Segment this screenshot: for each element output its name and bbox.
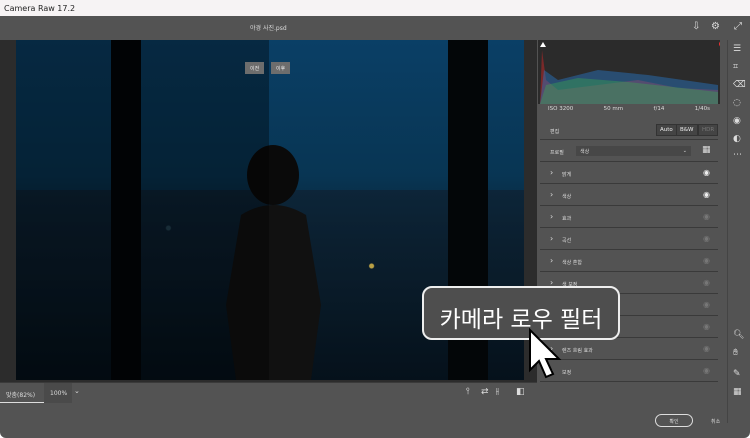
fullscreen-icon[interactable]: ⤢ (734, 21, 742, 32)
ok-button[interactable]: 확인 (655, 414, 693, 427)
chevron-right-icon: › (550, 190, 554, 199)
eye-icon[interactable]: ◉ (703, 344, 710, 353)
eye-icon[interactable]: ◉ (703, 168, 710, 177)
histogram (538, 40, 720, 104)
eye-icon[interactable]: ◉ (703, 256, 710, 265)
copy-settings-icon[interactable]: ⫲ (496, 387, 499, 397)
shadow-clip-icon (540, 42, 546, 47)
cancel-button[interactable]: 취소 (711, 418, 720, 425)
eye-icon[interactable]: ◉ (703, 322, 710, 331)
eye-icon[interactable]: ◉ (703, 366, 710, 375)
panel-section[interactable]: › 렌즈 흐림 효과 ◉ (540, 339, 718, 360)
tool-strip: ☰ ⌗ ⌫ ◌ ◉ ◐ ⋯ 🔍︎ ✋︎ ✎ ▦ (727, 40, 750, 423)
edit-sliders-icon[interactable]: ☰ (733, 44, 741, 54)
before-overlay (16, 40, 269, 380)
profile-browser-icon[interactable]: ▦ (702, 145, 711, 155)
before-after-icon[interactable]: ⫯ (466, 387, 470, 397)
save-icon[interactable]: ⇩ (692, 21, 700, 32)
hand-icon[interactable]: ✋︎ (733, 348, 738, 358)
panel-section[interactable]: ›보정◉ (540, 361, 718, 382)
eye-icon[interactable]: ◉ (703, 234, 710, 243)
auto-button[interactable]: Auto (656, 124, 677, 136)
gear-icon[interactable]: ⚙ (711, 21, 720, 32)
edit-header: 편집 Auto B&W HDR (540, 119, 719, 140)
after-button[interactable]: 이후 (271, 62, 291, 74)
camera-info: ISO 3200 50 mm f/14 1/40s (548, 106, 710, 112)
eye-icon[interactable]: ◉ (703, 212, 710, 221)
eye-icon[interactable]: ◉ (703, 278, 710, 287)
color-sampler-icon[interactable]: ✎ (733, 369, 741, 379)
bw-button[interactable]: B&W (676, 124, 698, 136)
profile-select[interactable]: 색상 ⌄ (576, 146, 691, 156)
footer: 확인 취소 (0, 400, 750, 438)
chevron-right-icon: › (550, 212, 554, 221)
mask-icon[interactable]: ◌ (733, 98, 741, 108)
edit-panel: ISO 3200 50 mm f/14 1/40s 편집 Auto B&W HDR 프… (538, 40, 720, 423)
zoom-tool-icon[interactable]: 🔍︎ (733, 330, 744, 340)
eraser-icon[interactable]: ⌫ (733, 80, 746, 90)
file-name: 야경 사진.psd (250, 25, 287, 32)
chevron-right-icon: › (550, 234, 554, 243)
more-icon[interactable]: ⋯ (733, 150, 742, 160)
hdr-button[interactable]: HDR (698, 124, 719, 136)
eye-icon[interactable]: ◉ (703, 190, 710, 199)
cursor-icon (529, 328, 562, 379)
chevron-right-icon: › (550, 256, 554, 265)
highlight-clip-icon (719, 41, 720, 47)
eye-icon[interactable]: ◉ (703, 300, 710, 309)
callout-label: 카메라 로우 필터 (422, 286, 620, 340)
window-title: Camera Raw 17.2 (0, 0, 750, 16)
presets-icon[interactable]: ◐ (733, 134, 741, 144)
before-button[interactable]: 이전 (245, 62, 265, 74)
profile-row: 프로필 색상 ⌄ ▦ (540, 141, 718, 162)
panel-section[interactable]: › 색상 혼합 ◉ (540, 251, 718, 272)
panel-section[interactable]: › 곡선 ◉ (540, 229, 718, 250)
swap-icon[interactable]: ⇄ (481, 387, 489, 397)
grid-icon[interactable]: ▦ (733, 387, 742, 397)
split-view-icon[interactable]: ◧ (516, 387, 525, 397)
red-eye-icon[interactable]: ◉ (733, 116, 741, 126)
panel-section[interactable]: › 밝게 ◉ (540, 163, 718, 184)
camera-raw-window: 야경 사진.psd ⇩ ⚙ ⤢ 이전 이후 맞춤(82%) 100% ⌄ ⫯ ⇄… (0, 16, 750, 438)
image-canvas[interactable]: 이전 이후 (0, 40, 537, 398)
panel-section[interactable]: › 효과 ◉ (540, 207, 718, 228)
top-bar: 야경 사진.psd ⇩ ⚙ ⤢ (0, 16, 750, 40)
chevron-right-icon: › (550, 168, 554, 177)
chevron-down-icon[interactable]: ⌄ (74, 387, 80, 395)
panel-section[interactable]: › 색상 ◉ (540, 185, 718, 206)
crop-icon[interactable]: ⌗ (733, 62, 738, 72)
bottom-bar: 맞춤(82%) 100% ⌄ ⫯ ⇄ ⫲ ◧ (0, 382, 537, 403)
